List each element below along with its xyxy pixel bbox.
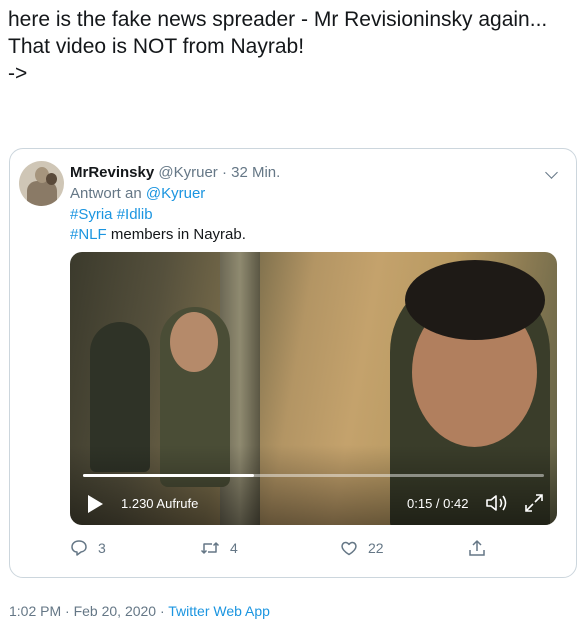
video-progress-bar[interactable]	[83, 474, 544, 477]
tweet-text: here is the fake news spreader - Mr Revi…	[8, 8, 548, 85]
tweet-actions: 3 4 22	[70, 537, 485, 559]
like-button[interactable]: 22	[340, 537, 384, 559]
tweet-timestamp[interactable]: 1:02 PM · Feb 20, 2020 ·	[9, 603, 168, 619]
reply-button[interactable]: 3	[70, 537, 106, 559]
tweet-footer: 1:02 PM · Feb 20, 2020 · Twitter Web App	[9, 602, 270, 620]
video-player[interactable]: 1.230 Aufrufe 0:15 / 0:42	[70, 252, 557, 525]
nlf-line: #NLF members in Nayrab.	[70, 226, 246, 244]
view-count: 1.230 Aufrufe	[121, 496, 199, 511]
volume-icon[interactable]	[484, 492, 510, 514]
share-icon	[469, 540, 485, 556]
handle-and-time: @Kyruer · 32 Min.	[154, 164, 281, 181]
video-progress-fill	[83, 474, 254, 477]
reply-handle-link[interactable]: @Kyruer	[146, 185, 205, 202]
quoted-tweet-card[interactable]: MrRevinsky @Kyruer · 32 Min. Antwort an …	[9, 148, 577, 578]
nlf-text: members in Nayrab.	[106, 226, 246, 243]
retweet-count: 4	[230, 540, 238, 556]
hashtag-nlf[interactable]: #NLF	[70, 226, 107, 243]
chevron-down-icon[interactable]	[545, 166, 558, 179]
video-time: 0:15 / 0:42	[407, 496, 469, 511]
hashtag-line: #Syria #Idlib	[70, 206, 153, 224]
avatar[interactable]	[19, 161, 64, 206]
hashtag-idlib[interactable]: #Idlib	[117, 206, 153, 223]
hashtag-syria[interactable]: #Syria	[70, 206, 113, 223]
display-name[interactable]: MrRevinsky	[70, 164, 154, 181]
play-icon[interactable]	[88, 495, 103, 513]
tweet-source-link[interactable]: Twitter Web App	[168, 603, 270, 619]
reply-icon	[71, 540, 87, 556]
reply-count: 3	[98, 540, 106, 556]
fullscreen-icon[interactable]	[523, 492, 545, 514]
share-button[interactable]	[468, 537, 486, 559]
like-count: 22	[368, 540, 384, 556]
reply-prefix: Antwort an	[70, 185, 146, 202]
retweet-icon	[200, 542, 220, 554]
like-icon	[341, 541, 357, 556]
reply-to-line: Antwort an @Kyruer	[70, 185, 205, 203]
quoted-tweet-header: MrRevinsky @Kyruer · 32 Min.	[70, 164, 280, 182]
retweet-button[interactable]: 4	[200, 537, 238, 559]
